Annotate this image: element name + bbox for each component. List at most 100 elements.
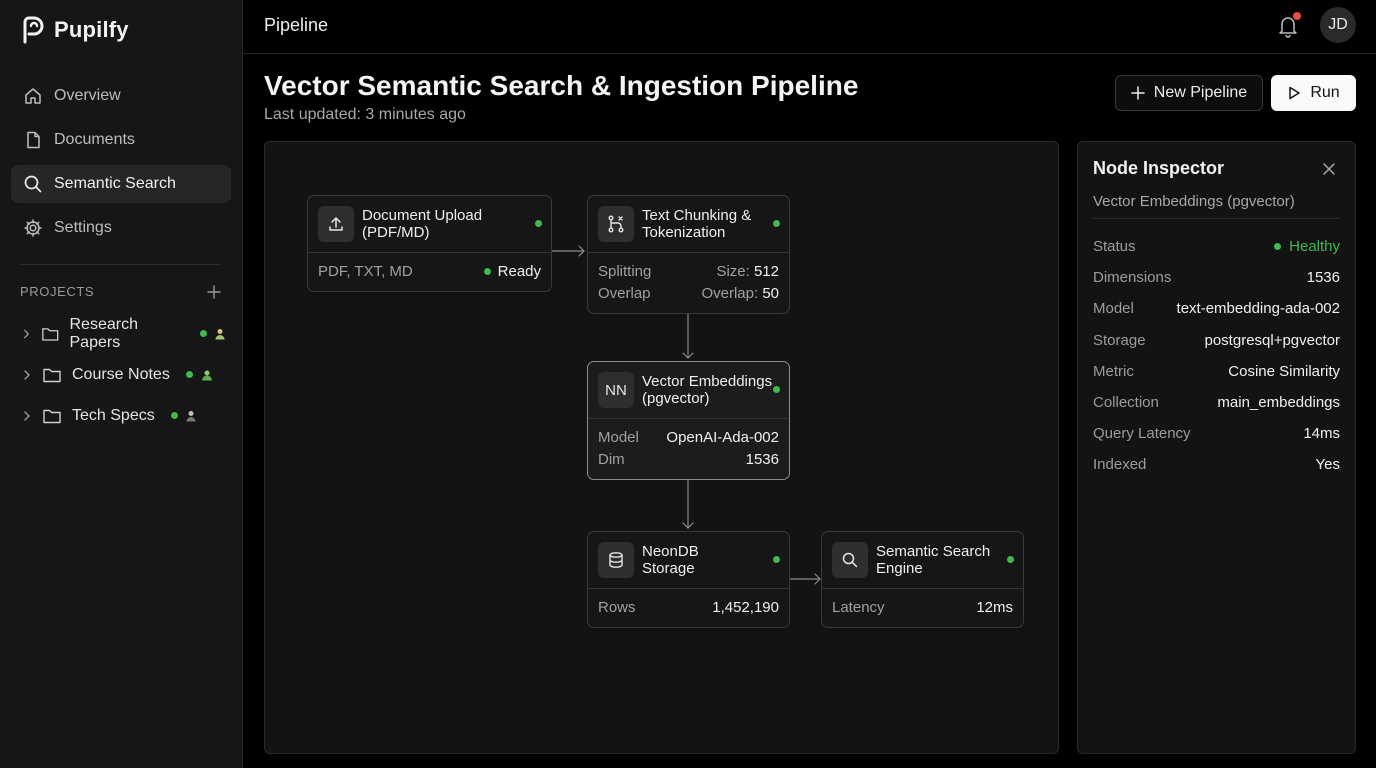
- chevron-right-icon[interactable]: [20, 409, 34, 423]
- row-value: 50: [762, 284, 779, 302]
- run-label: Run: [1310, 84, 1340, 101]
- node-row: Splitting Size: 512: [588, 260, 789, 282]
- gear-icon: [24, 219, 42, 237]
- neural-network-icon: NN: [598, 372, 634, 408]
- property-row-dimensions: Dimensions 1536: [1093, 262, 1340, 293]
- property-row-collection: Collection main_embeddings: [1093, 387, 1340, 418]
- pupilfy-logo-icon: [23, 16, 44, 44]
- brand[interactable]: Pupilfy: [20, 14, 129, 46]
- row-value: 12ms: [976, 598, 1013, 616]
- row-key: Latency: [832, 598, 885, 616]
- edge-embeddings-to-storage: [682, 479, 694, 529]
- node-title: Vector Embeddings (pgvector): [642, 373, 773, 407]
- project-name: Tech Specs: [72, 406, 155, 424]
- node-body: Splitting Size: 512 Overlap Overlap: 50: [588, 253, 789, 304]
- split-icon: [598, 206, 634, 242]
- row-key: Model: [598, 428, 639, 446]
- property-value: main_embeddings: [1217, 394, 1340, 412]
- row-key: Splitting: [598, 262, 652, 280]
- property-key: Dimensions: [1093, 269, 1172, 287]
- chunk-overlap: Overlap: 50: [701, 285, 779, 302]
- plus-icon: [1131, 86, 1145, 100]
- projects-header: PROJECTS: [20, 284, 221, 299]
- nav-item-settings[interactable]: Settings: [11, 209, 231, 247]
- supported-formats: PDF, TXT, MD: [318, 262, 413, 280]
- node-body: PDF, TXT, MD Ready: [308, 253, 551, 282]
- run-button[interactable]: Run: [1271, 75, 1356, 111]
- pipeline-canvas[interactable]: Document Upload (PDF/MD) PDF, TXT, MD Re…: [264, 141, 1059, 754]
- project-list: Research Papers Course Notes Tech Specs: [20, 313, 225, 436]
- new-pipeline-label: New Pipeline: [1153, 84, 1248, 101]
- row-value: 1,452,190: [712, 598, 779, 616]
- property-row-query-latency: Query Latency 14ms: [1093, 418, 1340, 449]
- notifications-button[interactable]: [1277, 12, 1301, 38]
- nav-item-documents[interactable]: Documents: [11, 121, 231, 159]
- nav-item-overview[interactable]: Overview: [11, 77, 231, 115]
- status-label: Healthy: [1289, 238, 1340, 256]
- user-avatar[interactable]: JD: [1320, 7, 1356, 43]
- new-pipeline-button[interactable]: New Pipeline: [1115, 75, 1263, 111]
- last-updated: Last updated: 3 minutes ago: [264, 106, 466, 123]
- add-project-icon[interactable]: [207, 284, 221, 299]
- search-icon: [832, 542, 868, 578]
- main-nav: Overview Documents Semantic Search Setti…: [11, 77, 231, 253]
- folder-icon: [43, 368, 61, 382]
- node-row: Dim 1536: [588, 448, 789, 470]
- project-item-research-papers[interactable]: Research Papers: [20, 313, 225, 354]
- node-title: Text Chunking & Tokenization: [642, 207, 752, 241]
- property-value: Cosine Similarity: [1228, 362, 1340, 380]
- sidebar: Pupilfy Overview Documents Semantic Sear…: [0, 0, 243, 768]
- property-key: Indexed: [1093, 456, 1147, 474]
- node-neondb-storage[interactable]: NeonDB Storage Rows 1,452,190: [587, 531, 790, 628]
- status-dot: [200, 330, 207, 337]
- node-row: Overlap Overlap: 50: [588, 282, 789, 304]
- status-dot: [185, 371, 193, 378]
- property-key: Collection: [1093, 394, 1159, 412]
- node-semantic-search-engine[interactable]: Semantic Search Engine Latency 12ms: [821, 531, 1024, 628]
- node-row: Latency 12ms: [822, 596, 1023, 618]
- project-item-course-notes[interactable]: Course Notes: [20, 354, 225, 395]
- chunk-size: Size: 512: [716, 263, 779, 280]
- node-header: Document Upload (PDF/MD): [308, 196, 551, 253]
- inspector-subtitle: Vector Embeddings (pgvector): [1093, 193, 1295, 210]
- row-key: Rows: [598, 598, 636, 616]
- home-icon: [25, 88, 41, 104]
- status-dot: [773, 220, 780, 227]
- property-value: Healthy: [1274, 238, 1340, 255]
- property-key: Query Latency: [1093, 425, 1191, 443]
- node-inspector: Node Inspector Vector Embeddings (pgvect…: [1077, 141, 1356, 754]
- node-row: PDF, TXT, MD Ready: [308, 260, 551, 282]
- property-row-status: Status Healthy: [1093, 231, 1340, 262]
- project-status: [200, 328, 225, 340]
- project-name: Course Notes: [72, 365, 170, 383]
- inspector-properties: Status Healthy Dimensions 1536 Model tex…: [1093, 231, 1340, 481]
- node-body: Rows 1,452,190: [588, 589, 789, 618]
- folder-icon: [42, 327, 59, 341]
- status-label: Ready: [497, 262, 541, 280]
- project-status: [185, 369, 213, 381]
- row-value: 1536: [745, 450, 779, 468]
- property-value: postgresql+pgvector: [1204, 331, 1341, 349]
- project-item-tech-specs[interactable]: Tech Specs: [20, 395, 225, 436]
- topbar-title: Pipeline: [264, 15, 329, 35]
- chevron-right-icon[interactable]: [20, 327, 33, 341]
- node-vector-embeddings[interactable]: NN Vector Embeddings (pgvector) Model Op…: [587, 361, 790, 480]
- nav-item-semantic-search[interactable]: Semantic Search: [11, 165, 231, 203]
- status-dot: [170, 412, 178, 419]
- node-header: Semantic Search Engine: [822, 532, 1023, 589]
- chevron-right-icon[interactable]: [20, 368, 34, 382]
- projects-label: PROJECTS: [20, 284, 95, 299]
- close-icon[interactable]: [1320, 160, 1338, 178]
- nav-label: Settings: [54, 219, 112, 236]
- row-key: Overlap: [598, 284, 651, 302]
- search-icon: [24, 175, 42, 193]
- row-prefix: Size:: [716, 262, 754, 280]
- node-text-chunking[interactable]: Text Chunking & Tokenization Splitting S…: [587, 195, 790, 314]
- node-document-upload[interactable]: Document Upload (PDF/MD) PDF, TXT, MD Re…: [307, 195, 552, 292]
- nav-label: Overview: [54, 87, 121, 104]
- notification-badge: [1293, 12, 1301, 20]
- node-body: Latency 12ms: [822, 589, 1023, 618]
- project-status: [170, 410, 196, 422]
- status-dot: [773, 386, 780, 393]
- node-title: Document Upload (PDF/MD): [362, 207, 483, 241]
